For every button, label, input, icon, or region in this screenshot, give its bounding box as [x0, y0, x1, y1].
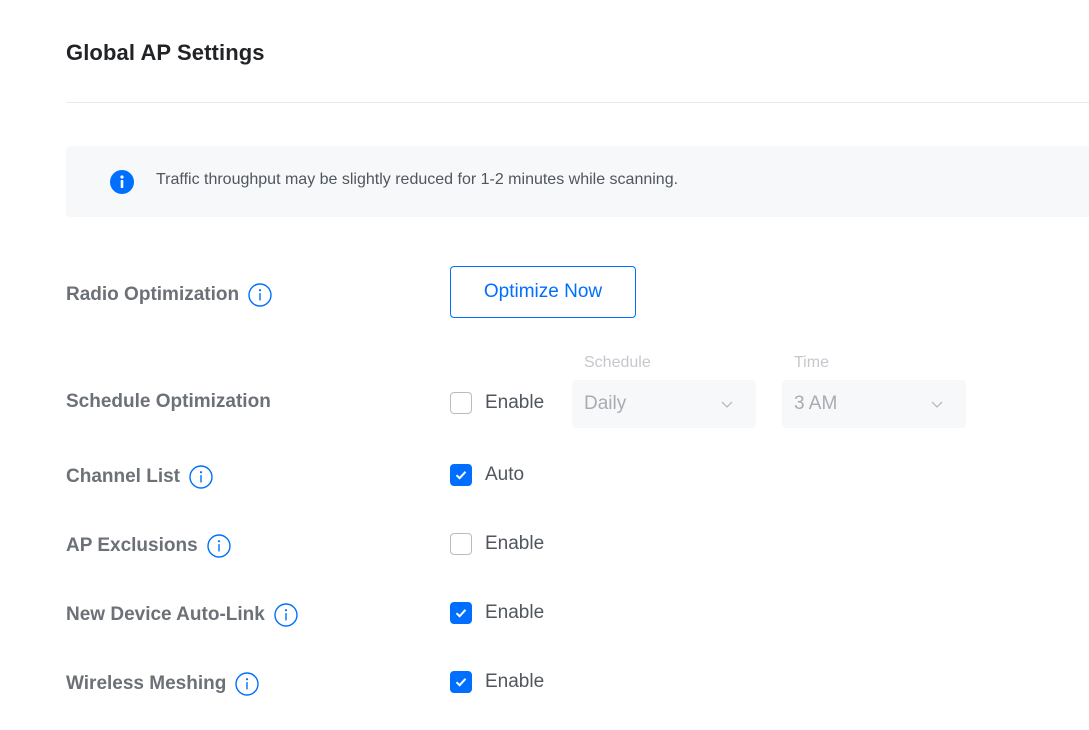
optimize-now-button[interactable]: Optimize Now: [450, 266, 636, 318]
checkmark-icon: [455, 609, 467, 618]
new-device-auto-link-label: New Device Auto-Link: [66, 603, 298, 627]
wireless-meshing-info-icon[interactable]: [235, 672, 260, 696]
schedule-optimization-enable[interactable]: Enable: [450, 392, 544, 414]
new-device-auto-link-enable-label: Enable: [485, 602, 545, 623]
schedule-optimization-label-text: Schedule Optimization: [66, 391, 271, 412]
info-banner: Traffic throughput may be slightly reduc…: [66, 146, 1089, 217]
ap-exclusions-label: AP Exclusions: [66, 534, 231, 558]
channel-list-label-text: Channel List: [66, 466, 181, 487]
time-select[interactable]: 3 AM: [782, 380, 966, 428]
schedule-field-label: Schedule: [584, 354, 651, 371]
chevron-down-icon: [931, 401, 943, 408]
radio-optimization-label-text: Radio Optimization: [66, 284, 240, 305]
checkmark-icon: [455, 471, 467, 480]
schedule-select-value: Daily: [584, 393, 627, 414]
checkmark-icon: [455, 678, 467, 687]
wireless-meshing-checkbox[interactable]: [450, 671, 472, 693]
new-device-auto-link-label-text: New Device Auto-Link: [66, 604, 265, 625]
radio-optimization-info-icon[interactable]: [248, 283, 272, 307]
time-field-label: Time: [794, 354, 829, 371]
page-title: Global AP Settings: [66, 40, 265, 65]
new-device-auto-link-checkbox[interactable]: [450, 602, 472, 624]
wireless-meshing-enable-label: Enable: [485, 671, 545, 692]
channel-list-auto-label: Auto: [485, 464, 525, 485]
chevron-down-icon: [721, 401, 733, 408]
ap-exclusions-enable[interactable]: Enable: [450, 533, 544, 555]
schedule-optimization-enable-label: Enable: [485, 392, 545, 413]
info-filled-icon: [110, 170, 134, 194]
new-device-auto-link-info-icon[interactable]: [274, 603, 298, 627]
banner-text: Traffic throughput may be slightly reduc…: [156, 171, 679, 188]
radio-optimization-label: Radio Optimization: [66, 283, 272, 307]
header-divider: [66, 102, 1089, 103]
global-ap-settings-page: Global AP Settings Traffic throughput ma…: [0, 0, 1089, 730]
channel-list-label: Channel List: [66, 465, 213, 489]
new-device-auto-link-enable[interactable]: Enable: [450, 602, 544, 624]
channel-list-checkbox[interactable]: [450, 464, 472, 486]
wireless-meshing-label-text: Wireless Meshing: [66, 673, 227, 694]
schedule-select[interactable]: Daily: [572, 380, 756, 428]
channel-list-auto[interactable]: Auto: [450, 464, 524, 486]
ap-exclusions-enable-label: Enable: [485, 533, 545, 554]
time-select-value: 3 AM: [794, 393, 838, 414]
schedule-optimization-checkbox[interactable]: [450, 392, 472, 414]
ap-exclusions-checkbox[interactable]: [450, 533, 472, 555]
ap-exclusions-info-icon[interactable]: [206, 534, 231, 558]
ap-exclusions-label-text: AP Exclusions: [66, 535, 198, 556]
wireless-meshing-enable[interactable]: Enable: [450, 671, 544, 693]
wireless-meshing-label: Wireless Meshing: [66, 672, 260, 696]
schedule-optimization-label: Schedule Optimization: [66, 391, 271, 413]
channel-list-info-icon[interactable]: [189, 465, 213, 489]
